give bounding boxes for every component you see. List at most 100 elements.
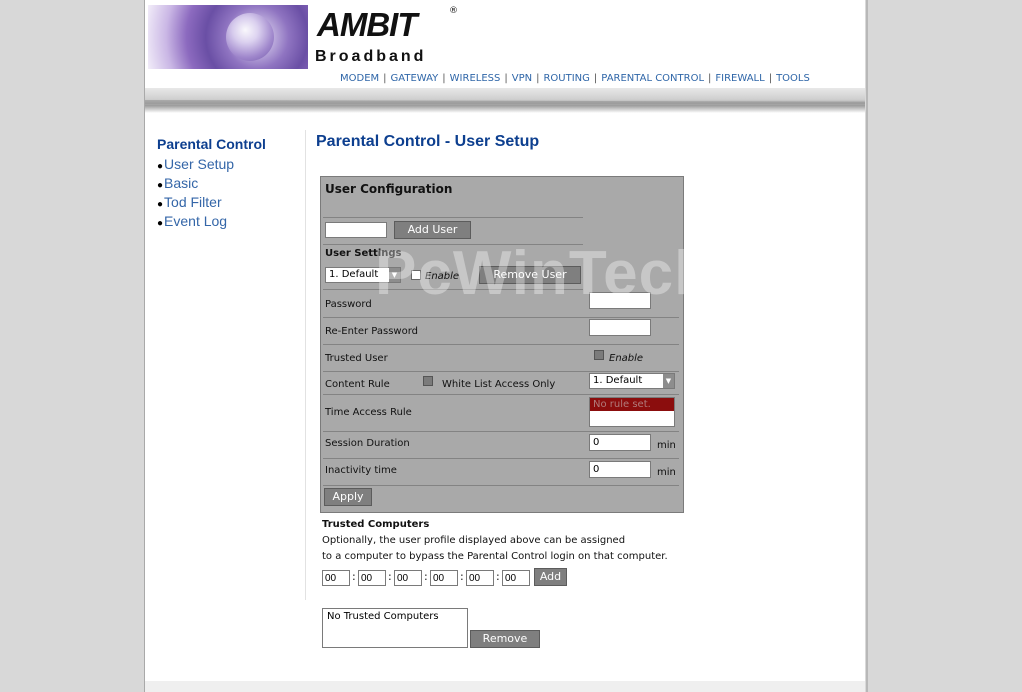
time-access-rule-option[interactable]: No rule set. xyxy=(590,398,674,411)
reenter-password-input[interactable] xyxy=(589,319,651,336)
mac-octet-1[interactable] xyxy=(322,570,350,586)
mac-octet-2[interactable] xyxy=(358,570,386,586)
header-divider-bar xyxy=(145,88,865,113)
content-rule-select[interactable]: 1. Default ▼ xyxy=(589,373,675,389)
inactivity-input[interactable] xyxy=(589,461,651,478)
sidebar-item-tod-filter[interactable]: ●Tod Filter xyxy=(157,194,266,210)
bullet-icon: ● xyxy=(157,180,164,191)
sidebar-item-label: Basic xyxy=(164,175,199,191)
chevron-down-icon: ▼ xyxy=(389,268,400,282)
inactivity-unit: min xyxy=(657,467,676,478)
user-configuration-panel: User Configuration Add User User Setting… xyxy=(320,176,684,513)
nav-routing[interactable]: ROUTING xyxy=(543,73,589,84)
apply-button[interactable]: Apply xyxy=(324,488,372,506)
user-select-value: 1. Default xyxy=(329,269,379,280)
add-trusted-computer-button[interactable]: Add xyxy=(534,568,567,586)
mac-octet-5[interactable] xyxy=(466,570,494,586)
time-access-rule-label: Time Access Rule xyxy=(325,407,412,418)
add-user-row: Add User xyxy=(323,218,583,245)
config-heading: User Configuration xyxy=(325,182,453,196)
nav-separator: | xyxy=(442,73,446,84)
trusted-user-label: Trusted User xyxy=(325,353,388,364)
nav-parental-control[interactable]: PARENTAL CONTROL xyxy=(601,73,704,84)
config-heading-row: User Configuration xyxy=(323,177,583,218)
inactivity-label: Inactivity time xyxy=(325,465,397,476)
nav-separator: | xyxy=(768,73,773,84)
mac-separator: : xyxy=(424,570,428,583)
sidebar-item-label: User Setup xyxy=(164,156,235,172)
trusted-user-row: Trusted User Enable xyxy=(323,345,679,372)
password-row: Password xyxy=(323,291,679,318)
content-rule-row: Content Rule White List Access Only 1. D… xyxy=(323,372,679,395)
nav-tools[interactable]: TOOLS xyxy=(776,73,810,84)
add-user-button[interactable]: Add User xyxy=(394,221,471,239)
session-duration-unit: min xyxy=(657,440,676,451)
mac-octet-3[interactable] xyxy=(394,570,422,586)
user-enable-label: Enable xyxy=(425,271,460,282)
remove-user-button[interactable]: Remove User xyxy=(479,266,581,284)
password-input[interactable] xyxy=(589,292,651,309)
mac-separator: : xyxy=(388,570,392,583)
user-select[interactable]: 1. Default ▼ xyxy=(325,267,401,283)
bullet-icon: ● xyxy=(157,161,164,172)
nav-gateway[interactable]: GATEWAY xyxy=(391,73,439,84)
nav-modem[interactable]: MODEM xyxy=(340,73,379,84)
nav-separator: | xyxy=(708,73,712,84)
top-navigation: MODEM | GATEWAY | WIRELESS | VPN | ROUTING | PAREN… xyxy=(340,73,810,84)
left-frame xyxy=(0,0,145,692)
page-title: Parental Control - User Setup xyxy=(316,133,540,150)
nav-separator: | xyxy=(536,73,540,84)
inactivity-row: Inactivity time min xyxy=(323,459,679,486)
trusted-computers-description: to a computer to bypass the Parental Con… xyxy=(322,551,668,562)
trusted-computers-list[interactable]: No Trusted Computers xyxy=(322,608,468,648)
nav-firewall[interactable]: FIREWALL xyxy=(715,73,764,84)
remove-trusted-computer-button[interactable]: Remove xyxy=(470,630,540,648)
time-access-rule-list[interactable]: No rule set. xyxy=(589,397,675,427)
sidebar-item-event-log[interactable]: ●Event Log xyxy=(157,213,266,229)
trusted-user-enable-label: Enable xyxy=(609,353,644,364)
sidebar-item-label: Event Log xyxy=(164,213,228,229)
session-duration-input[interactable] xyxy=(589,434,651,451)
nav-wireless[interactable]: WIRELESS xyxy=(450,73,501,84)
password-label: Password xyxy=(325,299,372,310)
sidebar-item-label: Tod Filter xyxy=(164,194,222,210)
new-user-input[interactable] xyxy=(325,222,387,238)
white-list-checkbox[interactable] xyxy=(423,376,433,386)
mac-separator: : xyxy=(460,570,464,583)
chevron-down-icon: ▼ xyxy=(663,374,674,388)
mac-octet-6[interactable] xyxy=(502,570,530,586)
sidebar-title[interactable]: Parental Control xyxy=(157,136,266,152)
globe-logo-image xyxy=(148,5,308,69)
user-enable-checkbox[interactable] xyxy=(411,270,421,280)
white-list-label: White List Access Only xyxy=(442,379,556,390)
bullet-icon: ● xyxy=(157,199,164,210)
time-access-rule-row: Time Access Rule No rule set. xyxy=(323,395,679,432)
brand-logo: AMBIT xyxy=(317,6,417,43)
mac-separator: : xyxy=(496,570,500,583)
reenter-password-label: Re-Enter Password xyxy=(325,326,418,337)
nav-separator: | xyxy=(593,73,598,84)
bullet-icon: ● xyxy=(157,218,164,229)
session-duration-label: Session Duration xyxy=(325,438,410,449)
nav-separator: | xyxy=(383,73,387,84)
right-frame xyxy=(866,0,1022,692)
mac-separator: : xyxy=(352,570,356,583)
trusted-computers-title: Trusted Computers xyxy=(322,519,430,530)
mac-octet-4[interactable] xyxy=(430,570,458,586)
trusted-user-checkbox[interactable] xyxy=(594,350,604,360)
sidebar: Parental Control ●User Setup ●Basic ●Tod… xyxy=(157,136,266,232)
nav-vpn[interactable]: VPN xyxy=(512,73,532,84)
sidebar-divider xyxy=(305,130,306,600)
user-settings-label: User Settings xyxy=(325,248,402,259)
session-duration-row: Session Duration min xyxy=(323,432,679,459)
registered-mark: ® xyxy=(449,6,458,16)
content-rule-label: Content Rule xyxy=(325,379,390,390)
user-select-row: 1. Default ▼ Enable Remove User xyxy=(323,263,583,290)
sidebar-item-user-setup[interactable]: ●User Setup xyxy=(157,156,266,172)
reenter-password-row: Re-Enter Password xyxy=(323,318,679,345)
trusted-computers-description: Optionally, the user profile displayed a… xyxy=(322,535,626,546)
nav-separator: | xyxy=(504,73,508,84)
sidebar-item-basic[interactable]: ●Basic xyxy=(157,175,266,191)
list-item[interactable]: No Trusted Computers xyxy=(327,611,463,622)
page-content: AMBIT ® Broadband MODEM | GATEWAY | WIRELESS… xyxy=(145,0,865,692)
